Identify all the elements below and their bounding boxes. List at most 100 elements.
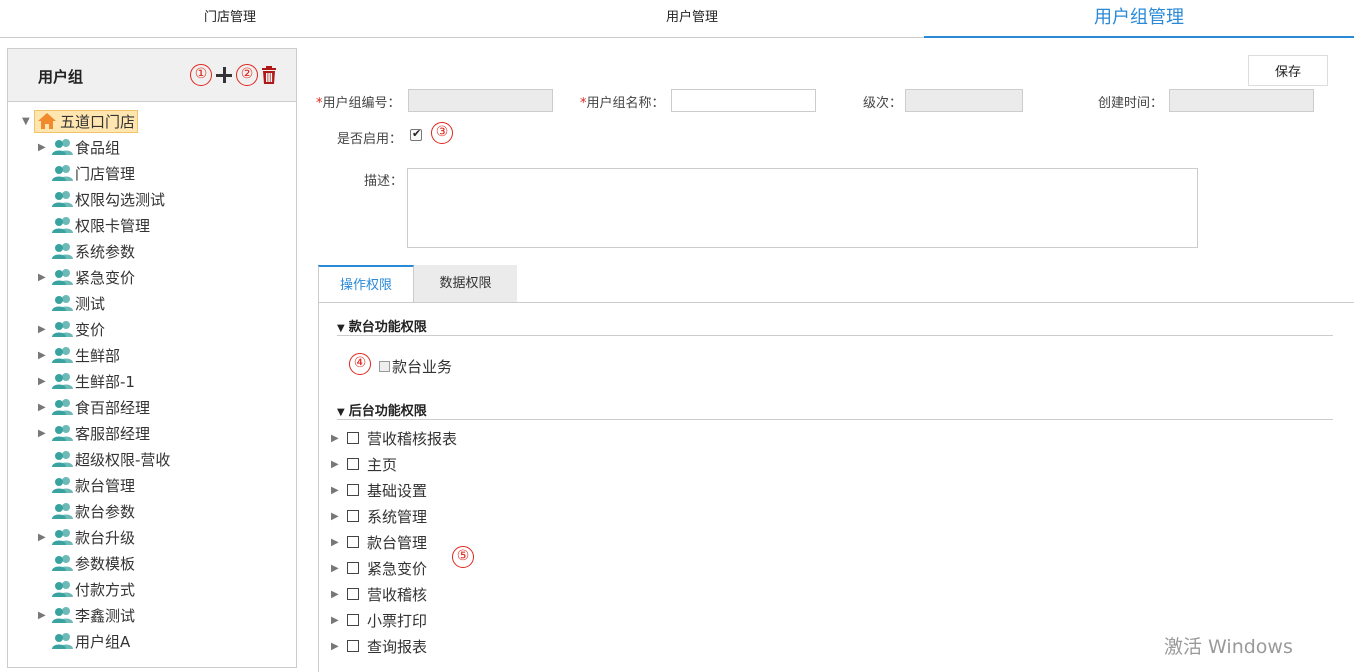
- expand-arrow-icon[interactable]: ▶: [38, 272, 52, 283]
- tab-data-permissions[interactable]: 数据权限: [414, 265, 517, 303]
- save-button[interactable]: 保存: [1248, 55, 1328, 86]
- user-group-icon: [52, 347, 73, 363]
- annotation-1: ①: [190, 64, 212, 86]
- tab-user-group-management[interactable]: 用户组管理: [924, 0, 1354, 38]
- perm-item[interactable]: ▶ 营收稽核: [331, 583, 427, 605]
- tree-node[interactable]: ▶ 食品组: [38, 135, 120, 159]
- tree-node[interactable]: 款台管理: [38, 473, 135, 497]
- tree-node[interactable]: ▶ 生鲜部: [38, 343, 120, 367]
- expand-arrow-icon[interactable]: ▶: [331, 563, 347, 574]
- tree-node-label: 款台管理: [75, 476, 136, 495]
- tree-node[interactable]: 付款方式: [38, 577, 135, 601]
- perm-item[interactable]: ▶ 款台管理: [331, 531, 427, 553]
- perm-item[interactable]: ▶ 营收稽核报表: [331, 427, 457, 449]
- tree-node[interactable]: 门店管理: [38, 161, 135, 185]
- tree-node-label: 生鲜部: [75, 346, 121, 365]
- delete-group-icon[interactable]: [260, 65, 278, 85]
- created-time-input[interactable]: [1169, 89, 1314, 112]
- tree-node[interactable]: ▶ 李鑫测试: [38, 603, 135, 627]
- sidebar-header: 用户组 ① ②: [8, 49, 296, 102]
- group-code-label: *用户组编号：: [316, 96, 401, 111]
- tree-root-node[interactable]: ▼ 五道口门店: [22, 109, 139, 133]
- tree-node[interactable]: 超级权限-营收: [38, 447, 170, 471]
- tree-node[interactable]: ▶ 食百部经理: [38, 395, 150, 419]
- user-group-icon: [52, 165, 73, 181]
- expand-arrow-icon[interactable]: ▶: [331, 537, 347, 548]
- tree-node[interactable]: 用户组A: [38, 629, 130, 653]
- user-group-icon: [52, 477, 73, 493]
- perm-checkbox[interactable]: [347, 588, 359, 600]
- perm-checkbox[interactable]: [347, 562, 359, 574]
- expand-arrow-icon[interactable]: ▶: [331, 433, 347, 444]
- user-group-sidebar: 用户组 ① ② ▼ 五道口门店 ▶ 食品组 门店管理权限勾选测试 权限卡管理 系…: [7, 48, 297, 668]
- expand-arrow-icon[interactable]: ▶: [331, 589, 347, 600]
- add-group-icon[interactable]: [213, 64, 235, 86]
- perm-item[interactable]: ▶ 主页: [331, 453, 397, 475]
- perm-checkbox[interactable]: [347, 484, 359, 496]
- enabled-label: 是否启用：: [337, 132, 403, 147]
- tree-node-label: 生鲜部-1: [75, 372, 135, 391]
- tree-node[interactable]: 系统参数: [38, 239, 135, 263]
- tree-node[interactable]: ▶ 紧急变价: [38, 265, 135, 289]
- expand-arrow-icon[interactable]: ▶: [331, 641, 347, 652]
- expand-arrow-icon[interactable]: ▶: [38, 142, 52, 153]
- collapse-arrow-icon[interactable]: ▼: [22, 116, 34, 127]
- perm-checkbox[interactable]: [347, 432, 359, 444]
- user-group-icon: [52, 243, 73, 259]
- perm-checkbox[interactable]: [347, 614, 359, 626]
- tree-node[interactable]: ▶ 生鲜部-1: [38, 369, 135, 393]
- perm-item-label: 主页: [367, 455, 398, 474]
- perm-item[interactable]: ▶ 小票打印: [331, 609, 427, 631]
- tree-node[interactable]: 测试: [38, 291, 105, 315]
- permission-tabs: 操作权限 数据权限: [318, 265, 1354, 303]
- tree-node[interactable]: ▶ 变价: [38, 317, 105, 341]
- annotation-3: ③: [431, 122, 453, 144]
- level-input[interactable]: [905, 89, 1023, 112]
- expand-arrow-icon[interactable]: ▶: [331, 485, 347, 496]
- expand-arrow-icon[interactable]: ▶: [38, 532, 52, 543]
- user-group-icon: [52, 529, 73, 545]
- tree-node-label: 超级权限-营收: [75, 450, 171, 469]
- perm-checkbox[interactable]: [347, 458, 359, 470]
- group-name-input[interactable]: [671, 89, 816, 112]
- expand-arrow-icon[interactable]: ▶: [38, 428, 52, 439]
- section-backend-permissions[interactable]: ▼ 后台功能权限: [337, 400, 1333, 420]
- perm-checkbox[interactable]: [347, 640, 359, 652]
- perm-checkbox[interactable]: [347, 510, 359, 522]
- user-group-icon: [52, 295, 73, 311]
- section-checkout-permissions[interactable]: ▼ 款台功能权限: [337, 316, 1333, 336]
- perm-checkbox[interactable]: [379, 360, 390, 372]
- perm-item-checkout-business[interactable]: 款台业务: [379, 355, 452, 377]
- tree-node-label: 李鑫测试: [75, 606, 136, 625]
- expand-arrow-icon[interactable]: ▶: [331, 511, 347, 522]
- expand-arrow-icon[interactable]: ▶: [38, 324, 52, 335]
- perm-item[interactable]: ▶ 系统管理: [331, 505, 427, 527]
- tree-node[interactable]: ▶ 款台升级: [38, 525, 135, 549]
- tree-node[interactable]: ▶ 客服部经理: [38, 421, 150, 445]
- description-textarea[interactable]: [407, 168, 1198, 248]
- tab-store-management[interactable]: 门店管理: [0, 0, 460, 38]
- expand-arrow-icon[interactable]: ▶: [331, 459, 347, 470]
- perm-item[interactable]: ▶ 紧急变价: [331, 557, 427, 579]
- perm-item[interactable]: ▶ 基础设置: [331, 479, 427, 501]
- annotation-5: ⑤: [452, 546, 474, 568]
- expand-arrow-icon[interactable]: ▶: [331, 615, 347, 626]
- tree-node[interactable]: 参数模板: [38, 551, 135, 575]
- group-code-input[interactable]: [408, 89, 553, 112]
- expand-arrow-icon[interactable]: ▶: [38, 402, 52, 413]
- tree-node-label: 门店管理: [75, 164, 136, 183]
- tree-node[interactable]: 权限勾选测试: [38, 187, 165, 211]
- tab-operation-permissions[interactable]: 操作权限: [318, 265, 414, 303]
- expand-arrow-icon[interactable]: ▶: [38, 376, 52, 387]
- perm-item-label: 紧急变价: [367, 559, 428, 578]
- tab-user-management[interactable]: 用户管理: [462, 0, 922, 38]
- expand-arrow-icon[interactable]: ▶: [38, 610, 52, 621]
- perm-item[interactable]: ▶ 查询报表: [331, 635, 427, 657]
- perm-checkbox[interactable]: [347, 536, 359, 548]
- tree-node[interactable]: 权限卡管理: [38, 213, 150, 237]
- expand-arrow-icon[interactable]: ▶: [38, 350, 52, 361]
- tree-node[interactable]: 款台参数: [38, 499, 135, 523]
- enabled-checkbox[interactable]: [410, 127, 422, 141]
- tree-node-label: 食品组: [75, 138, 121, 157]
- tree-node-label: 系统参数: [75, 242, 136, 261]
